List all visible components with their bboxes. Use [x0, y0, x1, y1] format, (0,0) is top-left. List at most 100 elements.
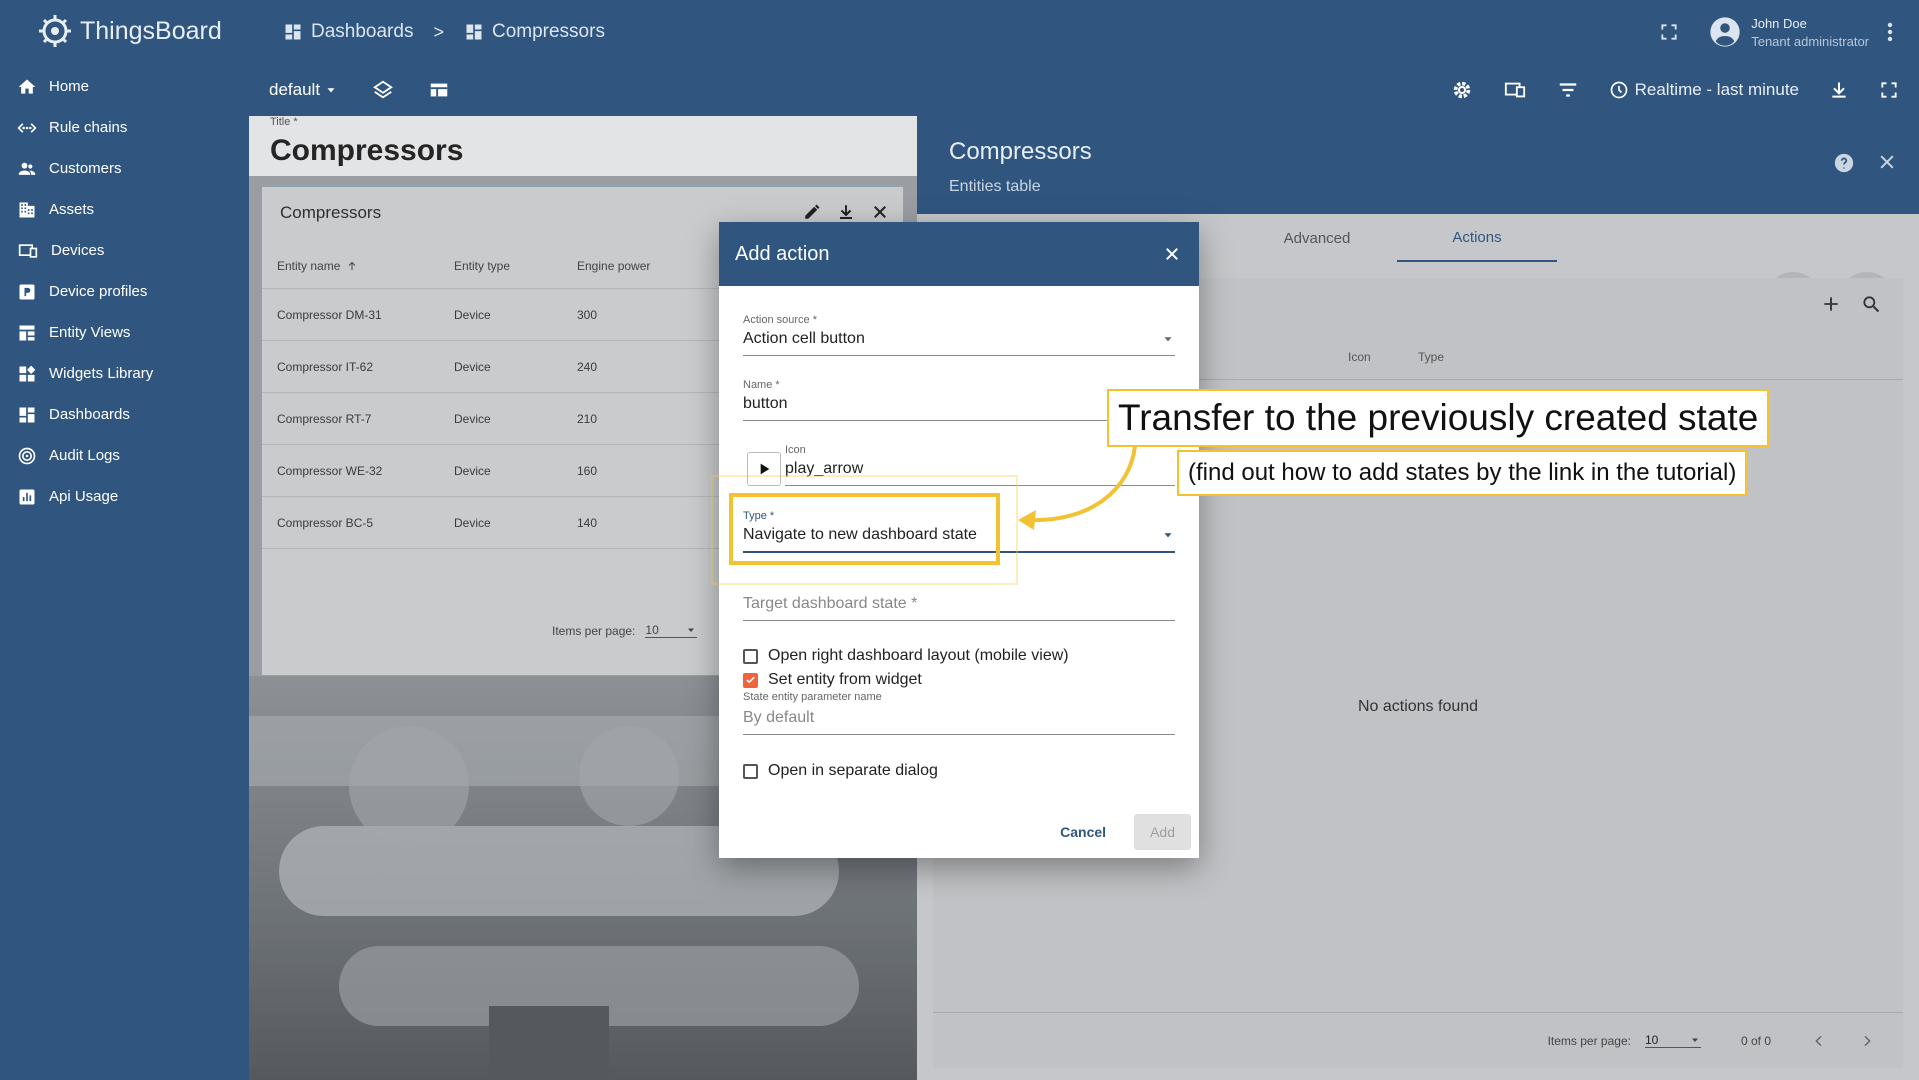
devices-icon — [18, 243, 38, 258]
column-header-entity-name[interactable]: Entity name — [262, 259, 454, 273]
add-button[interactable]: Add — [1134, 814, 1191, 850]
name-value: button — [743, 395, 788, 412]
app-name: ThingsBoard — [80, 16, 222, 45]
api-usage-icon — [19, 489, 35, 504]
sidebar-nav: Home Rule chains Customers Assets Device… — [0, 66, 249, 517]
action-source-value: Action cell button — [743, 330, 865, 347]
customers-icon — [18, 162, 36, 175]
fullscreen-icon[interactable] — [1659, 22, 1679, 42]
cell-engine-power: 210 — [577, 411, 598, 426]
sidebar-item-label: Customers — [49, 160, 122, 177]
sidebar-item-widgets-library[interactable]: Widgets Library — [0, 353, 249, 394]
open-dialog-checkbox[interactable]: Open in separate dialog — [743, 762, 938, 780]
widget-actions — [803, 203, 889, 221]
state-param-placeholder: By default — [743, 709, 815, 726]
user-menu[interactable]: John Doe Tenant administrator — [1709, 16, 1869, 49]
help-icon[interactable] — [1833, 152, 1855, 174]
items-per-page-select[interactable]: 10 — [1644, 1033, 1701, 1048]
logo[interactable]: ThingsBoard — [0, 0, 249, 62]
state-selector-value: default — [269, 80, 321, 99]
checkbox-label: Set entity from widget — [768, 671, 922, 688]
title-card: Title * Compressors — [249, 116, 917, 176]
download-icon[interactable] — [1829, 80, 1849, 100]
sidebar-item-label: Audit Logs — [49, 447, 120, 464]
title-field-label: Title * — [270, 116, 298, 128]
close-icon[interactable] — [1877, 152, 1897, 172]
panel-title: Compressors — [949, 138, 1092, 165]
check-icon — [746, 676, 755, 684]
audit-logs-icon — [18, 447, 36, 464]
chevron-down-icon — [688, 628, 695, 632]
callout-arrow — [1018, 445, 1137, 530]
sidebar-item-customers[interactable]: Customers — [0, 148, 249, 189]
timewindow[interactable]: Realtime - last minute — [1609, 80, 1799, 100]
column-header-type: Type — [1418, 350, 1445, 364]
column-header-engine-power[interactable]: Engine power — [577, 259, 697, 273]
action-source-select[interactable]: Action source * Action cell button — [743, 314, 1175, 356]
sidebar-item-api-usage[interactable]: Api Usage — [0, 476, 249, 517]
sidebar-item-device-profiles[interactable]: Device profiles — [0, 271, 249, 312]
checkbox-label: Open right dashboard layout (mobile view… — [768, 647, 1069, 664]
close-icon[interactable] — [871, 203, 889, 221]
cell-engine-power: 160 — [577, 463, 598, 478]
gear-icon[interactable] — [1451, 79, 1473, 101]
layout-icon[interactable] — [428, 79, 450, 101]
dialog-title: Add action — [735, 242, 830, 265]
edit-icon[interactable] — [803, 203, 821, 221]
timewindow-label: Realtime - last minute — [1634, 80, 1799, 99]
chevron-right-icon[interactable] — [1859, 1033, 1875, 1049]
filter-icon[interactable] — [1557, 79, 1579, 101]
sidebar-item-dashboards[interactable]: Dashboards — [0, 394, 249, 435]
cell-entity-type: Device — [454, 411, 491, 426]
chevron-down-icon — [1691, 1038, 1698, 1042]
sidebar-item-devices[interactable]: Devices — [0, 230, 249, 271]
sidebar-item-rule-chains[interactable]: Rule chains — [0, 107, 249, 148]
breadcrumb-dashboards[interactable]: Dashboards — [283, 21, 413, 43]
sidebar-item-label: Assets — [49, 201, 95, 218]
close-icon[interactable] — [1163, 245, 1181, 263]
dashboards-icon — [466, 24, 482, 40]
fullscreen-icon[interactable] — [1879, 80, 1899, 100]
checkbox-box — [743, 672, 758, 688]
open-right-layout-checkbox[interactable]: Open right dashboard layout (mobile view… — [743, 647, 1069, 665]
cell-entity-type: Device — [454, 307, 491, 322]
add-icon[interactable] — [1821, 294, 1841, 314]
callout-main: Transfer to the previously created state — [1107, 389, 1770, 447]
tab-advanced[interactable]: Advanced — [1237, 214, 1397, 262]
items-per-page-select[interactable]: 10 — [645, 623, 698, 638]
layers-icon[interactable] — [372, 79, 394, 101]
target-state-select[interactable]: Target dashboard state * — [743, 595, 1175, 621]
sidebar-item-assets[interactable]: Assets — [0, 189, 249, 230]
cell-entity-type: Device — [454, 463, 491, 478]
download-icon[interactable] — [837, 203, 855, 221]
chevron-left-icon[interactable] — [1811, 1033, 1827, 1049]
devices-icon[interactable] — [1503, 79, 1527, 101]
chevron-down-icon — [1164, 337, 1172, 342]
state-param-input[interactable]: State entity parameter name By default — [743, 691, 1175, 735]
state-selector[interactable]: default — [269, 80, 338, 100]
set-entity-checkbox[interactable]: Set entity from widget — [743, 671, 922, 689]
breadcrumb-compressors: Compressors — [464, 21, 605, 43]
items-per-page-label: Items per page: — [1547, 1033, 1631, 1048]
sidebar-item-label: Entity Views — [49, 324, 131, 341]
tab-actions[interactable]: Actions — [1397, 214, 1557, 262]
column-header-icon: Icon — [1348, 350, 1371, 364]
more-vert-icon[interactable] — [1887, 22, 1893, 42]
field-label: State entity parameter name — [743, 691, 882, 703]
device-profiles-icon — [19, 284, 35, 299]
panel-header-actions — [1833, 152, 1897, 174]
column-header-entity-type[interactable]: Entity type — [454, 259, 577, 273]
search-icon[interactable] — [1861, 294, 1881, 314]
chevron-down-icon — [327, 88, 335, 93]
cancel-button[interactable]: Cancel — [1052, 814, 1114, 850]
sidebar-item-entity-views[interactable]: Entity Views — [0, 312, 249, 353]
sidebar: ThingsBoard Home Rule chains Customers A… — [0, 0, 249, 1080]
sidebar-item-label: Api Usage — [49, 488, 119, 505]
home-icon — [18, 79, 36, 94]
sidebar-item-home[interactable]: Home — [0, 66, 249, 107]
cell-entity-name: Compressor IT-62 — [277, 359, 374, 374]
user-role: Tenant administrator — [1751, 33, 1869, 49]
sidebar-item-label: Widgets Library — [49, 365, 154, 382]
sidebar-item-audit-logs[interactable]: Audit Logs — [0, 435, 249, 476]
dialog-header: Add action — [719, 222, 1199, 286]
